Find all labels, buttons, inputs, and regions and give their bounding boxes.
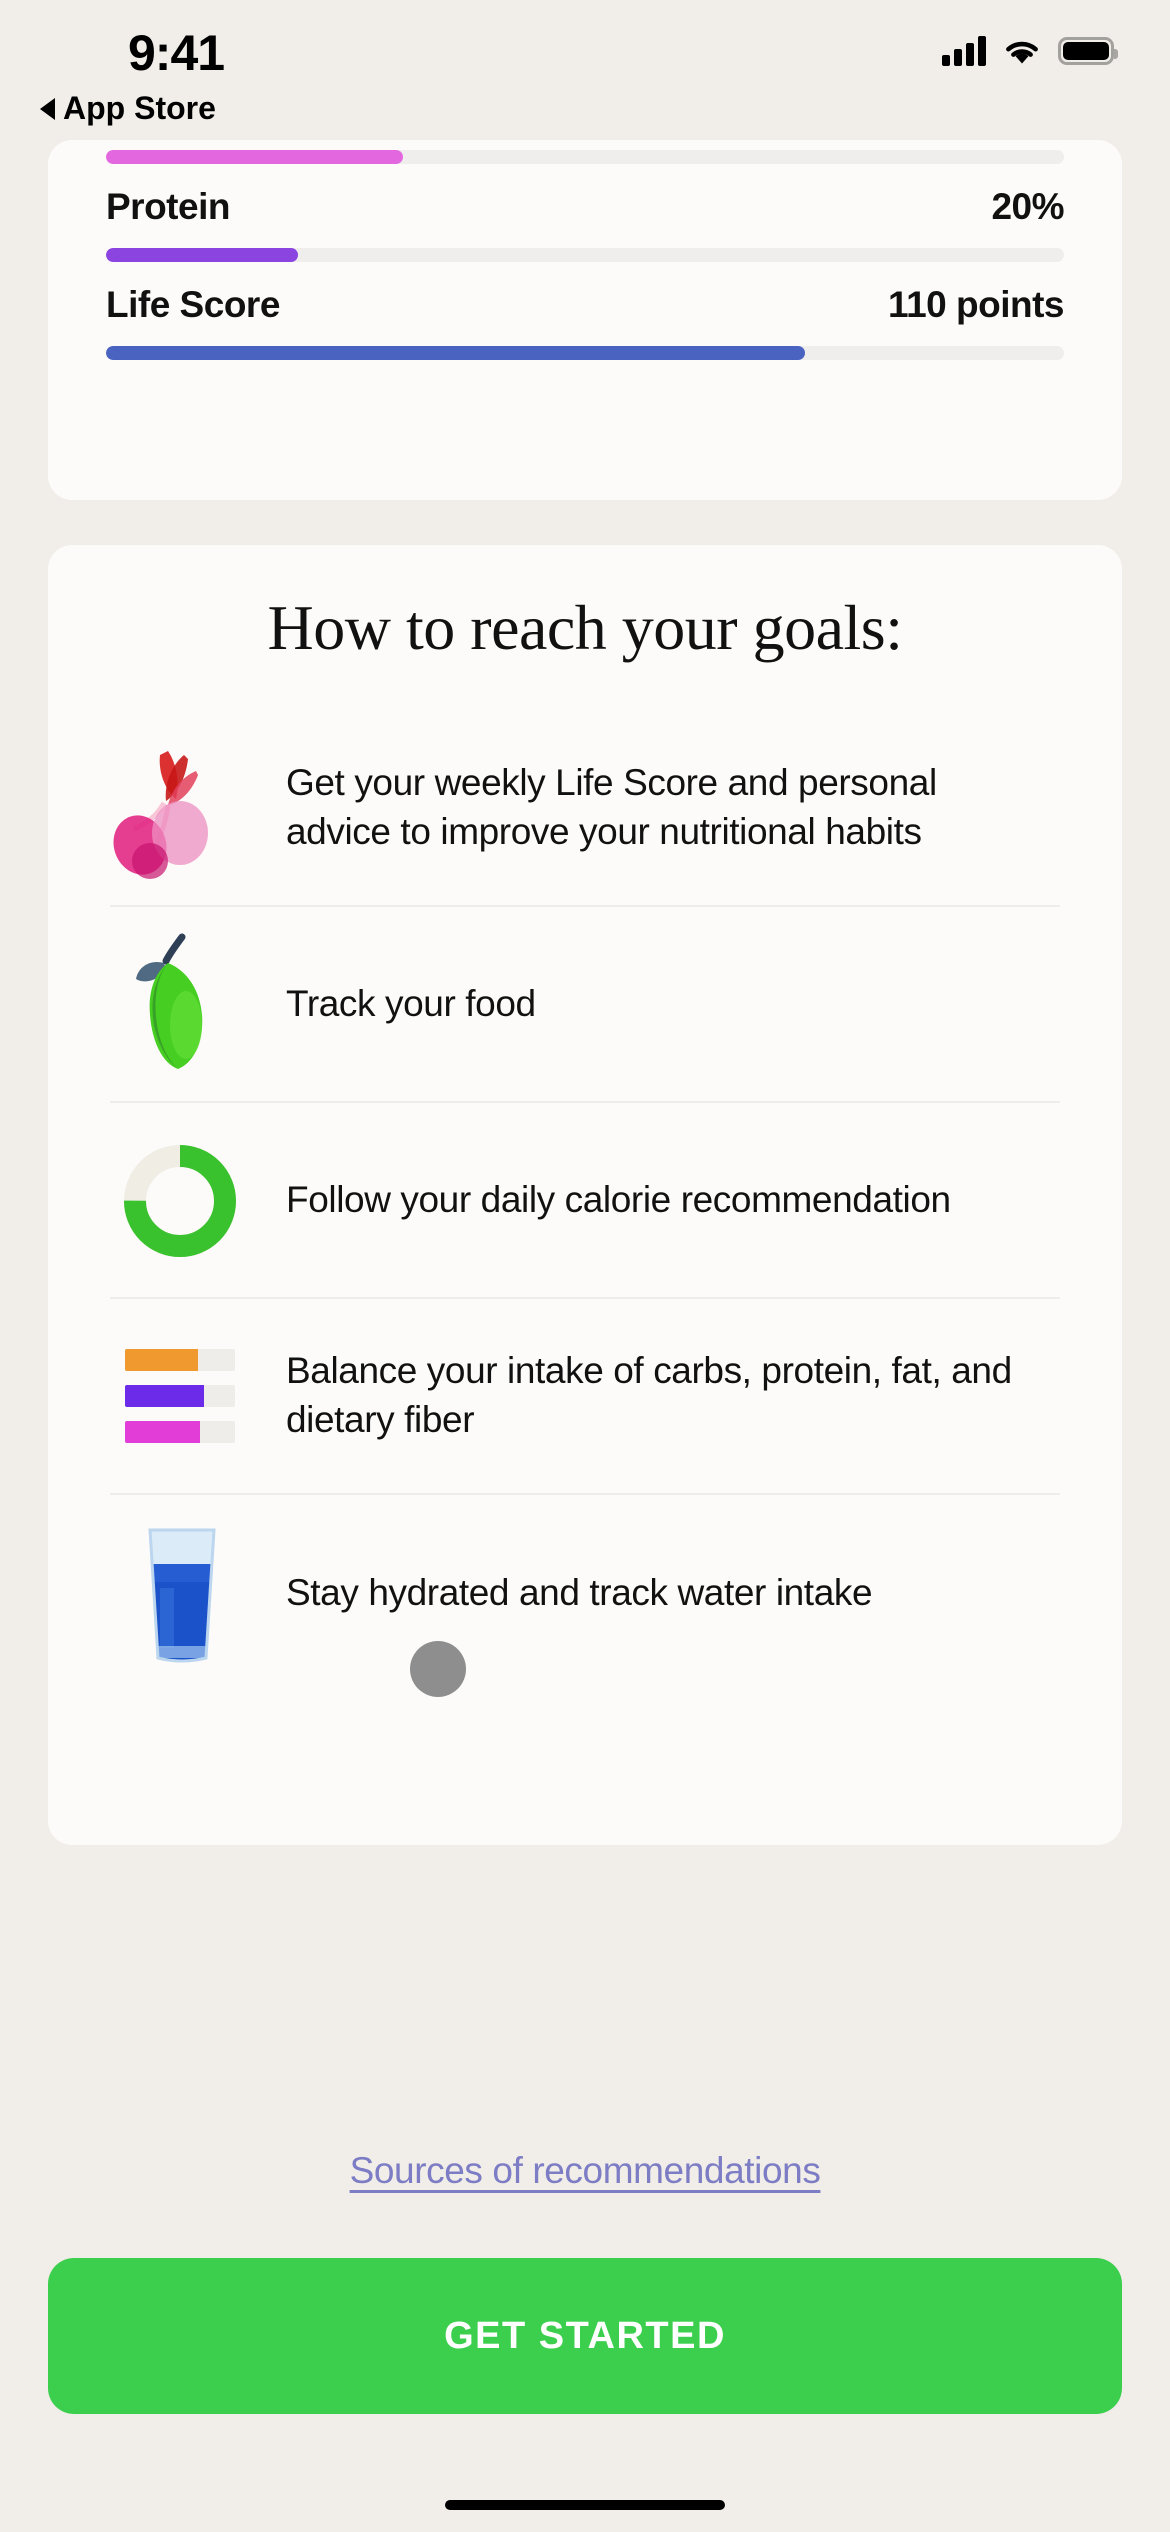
sources-of-recommendations-link[interactable]: Sources of recommendations: [350, 2150, 821, 2191]
macro-bar-protein: [125, 1385, 235, 1407]
macro-summary-card: Fat 30% Protein 20% Life Score 110 point…: [48, 140, 1122, 500]
cellular-signal-icon: [942, 36, 986, 66]
goals-card-title: How to reach your goals:: [267, 592, 903, 663]
battery-icon: [1058, 37, 1118, 65]
goal-item-balance-macros[interactable]: Balance your intake of carbs, protein, f…: [110, 1299, 1060, 1495]
macro-rows: Fat 30% Protein 20% Life Score 110 point…: [48, 140, 1122, 360]
goal-item-text: Balance your intake of carbs, protein, f…: [286, 1350, 1012, 1440]
goal-item-text: Follow your daily calorie recommendation: [286, 1178, 951, 1220]
wifi-icon: [1002, 36, 1042, 66]
goal-item-text: Stay hydrated and track water intake: [286, 1571, 873, 1613]
macro-bar-fat: [125, 1421, 235, 1443]
macro-row-protein: Protein 20%: [106, 164, 1064, 262]
macro-progress-track: [106, 346, 1064, 360]
get-started-button[interactable]: GET STARTED: [48, 2258, 1122, 2414]
home-indicator: [445, 2500, 725, 2510]
goal-item-text: Track your food: [286, 982, 536, 1024]
app-screen: 9:41 App Store Fat 30%: [0, 0, 1170, 2532]
macro-row-fat: Fat 30%: [106, 140, 1064, 164]
macro-value: 110 points: [888, 284, 1064, 325]
water-glass-icon: [110, 1518, 250, 1668]
macro-bar-carbs: [125, 1349, 235, 1371]
status-bar-time: 9:41: [128, 25, 225, 81]
back-to-app-store-link[interactable]: App Store: [40, 90, 216, 127]
macro-progress-track: [106, 150, 1064, 164]
beetroot-icon: [110, 733, 250, 883]
goal-item-life-score[interactable]: Get your weekly Life Score and personal …: [110, 711, 1060, 907]
goal-item-text: Get your weekly Life Score and personal …: [286, 762, 937, 852]
goal-item-hydration[interactable]: Stay hydrated and track water intake: [110, 1495, 1060, 1697]
status-bar-indicators: [942, 36, 1118, 66]
goals-card: How to reach your goals: Get your weekly…: [48, 545, 1122, 1845]
goals-list: Get your weekly Life Score and personal …: [48, 711, 1122, 1697]
macro-label: Protein: [106, 186, 230, 227]
goal-item-track-food[interactable]: Track your food: [110, 907, 1060, 1103]
macro-bars-icon: [110, 1321, 250, 1471]
back-triangle-icon: [40, 97, 55, 120]
calorie-donut-icon: [110, 1125, 250, 1275]
sources-link-wrap: Sources of recommendations: [0, 2150, 1170, 2192]
back-link-label: App Store: [63, 90, 216, 126]
macro-bars-group: [125, 1349, 235, 1443]
goal-item-calorie[interactable]: Follow your daily calorie recommendation: [110, 1103, 1060, 1299]
macro-row-life-score: Life Score 110 points: [106, 262, 1064, 360]
macro-label: Life Score: [106, 284, 280, 325]
touch-point-indicator: [410, 1641, 466, 1697]
pear-icon: [110, 929, 250, 1079]
macro-progress-track: [106, 248, 1064, 262]
macro-value: 20%: [991, 186, 1064, 227]
status-bar: 9:41: [0, 0, 1170, 96]
